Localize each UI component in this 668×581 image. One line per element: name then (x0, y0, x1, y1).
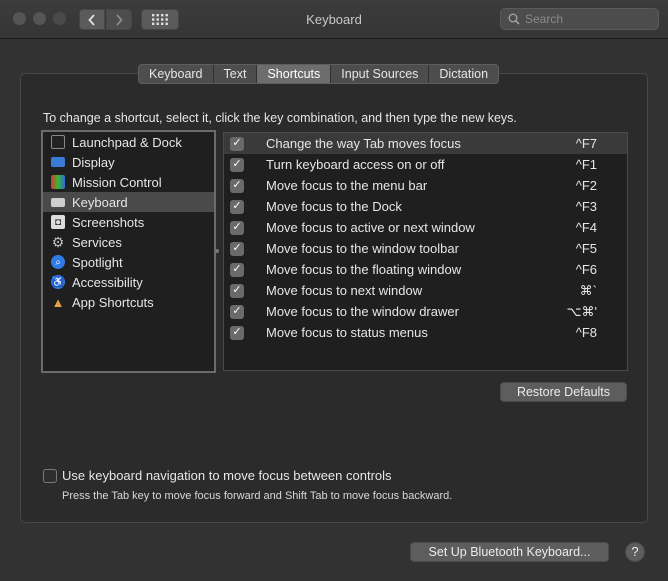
category-label: Keyboard (72, 194, 128, 210)
category-spotlight[interactable]: ⌕ Spotlight (43, 252, 214, 272)
shortcut-keys[interactable]: ⌥⌘' (567, 304, 597, 320)
category-screenshots[interactable]: ◘ Screenshots (43, 212, 214, 232)
display-icon (51, 157, 65, 167)
category-accessibility[interactable]: ♿ Accessibility (43, 272, 214, 292)
shortcut-checkbox[interactable]: ✓ (230, 178, 244, 193)
shortcut-label: Move focus to next window (266, 283, 423, 298)
shortcut-row[interactable]: ✓ Move focus to the Dock ^F3 (224, 196, 627, 217)
shortcut-keys[interactable]: ^F6 (576, 262, 597, 277)
shortcut-checkbox[interactable]: ✓ (230, 157, 244, 172)
shortcut-row[interactable]: ✓ Move focus to the menu bar ^F2 (224, 175, 627, 196)
category-mission-control[interactable]: Mission Control (43, 172, 214, 192)
shortcut-row[interactable]: ✓ Change the way Tab moves focus ^F7 (224, 133, 627, 154)
shortcut-label: Move focus to the window toolbar (266, 241, 459, 256)
shortcut-label: Move focus to the floating window (266, 262, 462, 277)
spotlight-search-icon: ⌕ (51, 255, 65, 269)
split-view-handle[interactable] (215, 249, 219, 253)
shortcut-keys[interactable]: ^F3 (576, 199, 597, 214)
shortcut-label: Move focus to the window drawer (266, 304, 459, 319)
category-launchpad-dock[interactable]: Launchpad & Dock (43, 132, 214, 152)
shortcut-label: Turn keyboard access on or off (266, 157, 445, 172)
category-label: Spotlight (72, 254, 123, 270)
tab-keyboard[interactable]: Keyboard (139, 65, 214, 83)
tab-dictation[interactable]: Dictation (429, 65, 498, 83)
keyboard-navigation-hint: Press the Tab key to move focus forward … (62, 490, 453, 502)
shortcut-keys[interactable]: ^F1 (576, 157, 597, 172)
shortcut-label: Move focus to the Dock (266, 199, 402, 214)
mission-control-icon (51, 175, 65, 189)
search-icon (508, 13, 520, 25)
shortcut-checkbox[interactable]: ✓ (230, 262, 244, 277)
gear-icon: ⚙ (51, 233, 65, 250)
shortcut-label: Move focus to the menu bar (266, 178, 428, 193)
instruction-text: To change a shortcut, select it, click t… (43, 111, 517, 125)
shortcuts-list: ✓ Change the way Tab moves focus ^F7 ✓ T… (223, 132, 628, 371)
tab-bar: Keyboard Text Shortcuts Input Sources Di… (138, 64, 500, 84)
restore-defaults-button[interactable]: Restore Defaults (500, 382, 627, 402)
category-label: Mission Control (72, 174, 162, 190)
category-label: App Shortcuts (72, 294, 154, 310)
shortcut-keys[interactable]: ^F8 (576, 325, 597, 340)
shortcut-row[interactable]: ✓ Move focus to active or next window ^F… (224, 217, 627, 238)
shortcut-keys[interactable]: ^F7 (576, 136, 597, 151)
category-label: Display (72, 154, 115, 170)
search-field[interactable] (500, 8, 659, 30)
setup-bluetooth-keyboard-button[interactable]: Set Up Bluetooth Keyboard... (410, 542, 609, 562)
keyboard-navigation-label[interactable]: Use keyboard navigation to move focus be… (62, 468, 392, 483)
screenshots-icon: ◘ (51, 215, 65, 229)
shortcut-label: Move focus to active or next window (266, 220, 475, 235)
shortcut-label: Change the way Tab moves focus (266, 136, 461, 151)
category-label: Accessibility (72, 274, 143, 290)
shortcut-keys[interactable]: ^F2 (576, 178, 597, 193)
shortcut-checkbox[interactable]: ✓ (230, 304, 244, 319)
category-services[interactable]: ⚙ Services (43, 232, 214, 252)
category-label: Screenshots (72, 214, 145, 230)
shortcut-checkbox[interactable]: ✓ (230, 220, 244, 235)
category-display[interactable]: Display (43, 152, 214, 172)
keyboard-icon (51, 197, 65, 207)
shortcut-checkbox[interactable]: ✓ (230, 136, 244, 151)
title-bar: Keyboard (0, 0, 668, 39)
app-shortcuts-icon: ▲ (51, 294, 65, 310)
launchpad-dock-icon (51, 135, 65, 149)
shortcut-row[interactable]: ✓ Move focus to next window ⌘` (224, 280, 627, 301)
search-input[interactable] (525, 12, 655, 26)
tab-input-sources[interactable]: Input Sources (331, 65, 430, 83)
shortcut-keys[interactable]: ^F4 (576, 220, 597, 235)
accessibility-icon: ♿ (51, 275, 65, 289)
category-list: Launchpad & Dock Display Mission Control… (41, 130, 216, 373)
shortcut-checkbox[interactable]: ✓ (230, 241, 244, 256)
category-label: Launchpad & Dock (72, 134, 182, 150)
shortcut-keys[interactable]: ⌘` (580, 283, 597, 299)
category-label: Services (72, 234, 122, 250)
shortcut-checkbox[interactable]: ✓ (230, 283, 244, 298)
category-keyboard[interactable]: Keyboard (43, 192, 214, 212)
tab-text[interactable]: Text (214, 65, 258, 83)
shortcut-row[interactable]: ✓ Turn keyboard access on or off ^F1 (224, 154, 627, 175)
shortcut-checkbox[interactable]: ✓ (230, 199, 244, 214)
shortcut-checkbox[interactable]: ✓ (230, 325, 244, 340)
shortcut-row[interactable]: ✓ Move focus to status menus ^F8 (224, 322, 627, 343)
shortcut-row[interactable]: ✓ Move focus to the floating window ^F6 (224, 259, 627, 280)
help-button[interactable]: ? (625, 542, 645, 562)
tab-shortcuts[interactable]: Shortcuts (257, 65, 332, 83)
shortcut-row[interactable]: ✓ Move focus to the window drawer ⌥⌘' (224, 301, 627, 322)
shortcut-keys[interactable]: ^F5 (576, 241, 597, 256)
shortcut-label: Move focus to status menus (266, 325, 428, 340)
shortcut-row[interactable]: ✓ Move focus to the window toolbar ^F5 (224, 238, 627, 259)
category-app-shortcuts[interactable]: ▲ App Shortcuts (43, 292, 214, 312)
keyboard-navigation-checkbox[interactable] (43, 469, 57, 483)
